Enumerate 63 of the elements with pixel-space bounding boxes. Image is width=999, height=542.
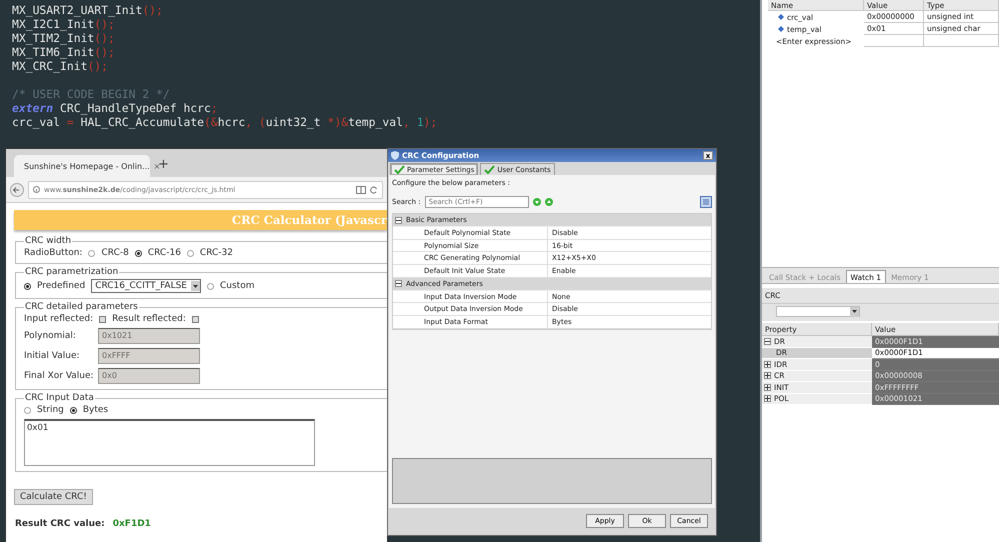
close-icon[interactable]: ×	[154, 162, 160, 170]
preset-dropdown[interactable]: CRC16_CCITT_FALSE	[91, 279, 201, 293]
code-line: extern CRC_HandleTypeDef hcrc;	[12, 101, 218, 115]
caret-icon	[191, 281, 200, 291]
info-icon	[33, 186, 40, 193]
shield-icon	[391, 151, 399, 160]
group-legend: CRC width	[24, 236, 72, 246]
back-icon[interactable]	[10, 182, 24, 196]
field-label: Initial Value:	[24, 351, 81, 361]
group-legend: CRC Input Data	[24, 393, 95, 403]
expand-icon[interactable]	[764, 395, 771, 402]
expand-icon[interactable]	[764, 360, 771, 368]
calculate-button[interactable]: Calculate CRC!	[14, 489, 93, 505]
new-tab-button[interactable]: +	[158, 157, 169, 177]
check-icon	[394, 165, 405, 174]
radio-label: String	[37, 405, 64, 415]
radio-button[interactable]	[70, 406, 77, 414]
table-cell	[864, 35, 924, 47]
checkbox-label: Result reflected:	[112, 314, 186, 324]
code-line: /* USER CODE BEGIN 2 */	[12, 87, 170, 101]
radio-label: Custom	[220, 281, 254, 291]
group-legend: CRC parametrization	[24, 267, 120, 277]
radio-button[interactable]	[88, 250, 96, 256]
check-icon	[484, 165, 496, 174]
result-label: Result CRC value:	[15, 519, 105, 529]
group-legend: CRC detailed parameters	[24, 302, 139, 312]
reader-icon[interactable]	[356, 186, 366, 194]
code-line: MX_USART2_UART_Init();	[12, 3, 163, 17]
radio-button[interactable]	[186, 250, 194, 256]
radio-button[interactable]	[207, 282, 214, 290]
checkbox[interactable]	[192, 316, 199, 322]
input-textarea[interactable]: 0x01	[24, 419, 315, 466]
radio-label: Predefined	[37, 281, 86, 291]
radio-label: CRC-8	[101, 248, 129, 258]
collapse-icon[interactable]	[395, 280, 402, 288]
field-label: Final Xor Value:	[24, 371, 92, 381]
field-label: Polynomial:	[24, 331, 77, 341]
checkbox[interactable]	[99, 316, 106, 322]
page-banner: CRC Calculator (Javascr	[14, 210, 387, 230]
down-arrow-icon[interactable]	[532, 198, 541, 206]
code-line: MX_I2C1_Init();	[12, 17, 115, 31]
list-view-icon[interactable]	[700, 196, 712, 208]
expand-icon[interactable]	[764, 372, 771, 380]
collapse-icon[interactable]	[764, 338, 771, 345]
caret-icon	[850, 306, 859, 316]
radio-label: CRC-32	[200, 248, 233, 258]
code-line: crc_val = HAL_CRC_Accumulate(&hcrc, (uint32_t *)&temp_val, 1);	[12, 115, 438, 129]
radio-label: Bytes	[82, 405, 108, 415]
code-line: MX_CRC_Init();	[12, 59, 108, 73]
reload-icon[interactable]	[370, 186, 378, 194]
code-line: MX_TIM2_Init();	[12, 31, 115, 45]
code-line: MX_TIM6_Init();	[12, 45, 115, 59]
up-arrow-icon[interactable]	[544, 198, 553, 206]
checkbox-label: Input reflected:	[24, 314, 94, 324]
radio-button[interactable]	[24, 406, 31, 414]
field-label: RadioButton:	[24, 248, 82, 258]
radio-button[interactable]	[24, 282, 31, 290]
tab-title: Sunshine's Homepage - Onlin...	[24, 162, 150, 170]
result-value: 0xF1D1	[112, 519, 151, 529]
radio-button[interactable]	[134, 250, 142, 256]
radio-label: CRC-16	[148, 248, 181, 258]
expand-icon[interactable]	[764, 384, 771, 391]
collapse-icon[interactable]	[395, 216, 402, 224]
